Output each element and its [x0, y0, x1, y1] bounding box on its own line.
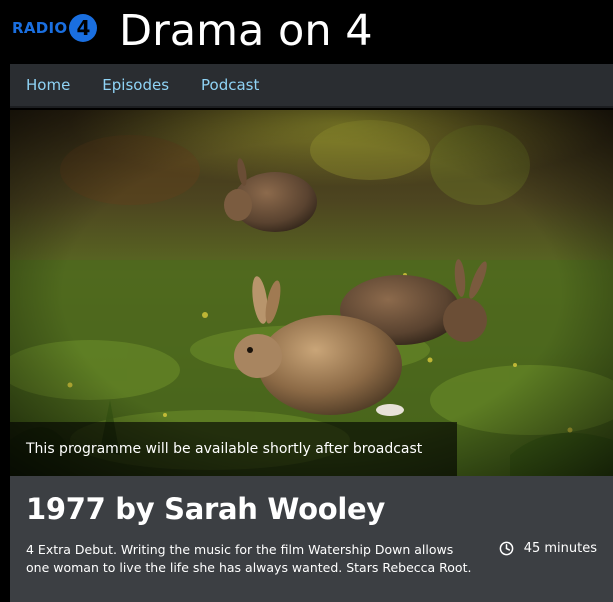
station-logo-word: RADIO	[12, 19, 68, 37]
nav-item-episodes[interactable]: Episodes	[102, 76, 169, 94]
brand-nav: Home Episodes Podcast	[10, 64, 613, 108]
duration-label: 45 minutes	[523, 541, 597, 556]
availability-banner: This programme will be available shortly…	[10, 422, 457, 476]
episode-title: 1977 by Sarah Wooley	[26, 492, 385, 526]
brand-title[interactable]: Drama on 4	[119, 4, 373, 58]
station-logo-badge: 4	[69, 14, 98, 42]
clock-icon	[499, 541, 514, 556]
hero-image: This programme will be available shortly…	[10, 110, 613, 476]
episode-info: 1977 by Sarah Wooley 4 Extra Debut. Writ…	[10, 476, 613, 602]
nav-item-home[interactable]: Home	[26, 76, 70, 94]
radio-4-logo[interactable]: RADIO 4	[12, 14, 98, 42]
nav-item-podcast[interactable]: Podcast	[201, 76, 259, 94]
episode-duration: 45 minutes	[499, 541, 597, 556]
episode-synopsis: 4 Extra Debut. Writing the music for the…	[26, 542, 472, 575]
site-header: RADIO 4 Drama on 4	[0, 0, 613, 64]
